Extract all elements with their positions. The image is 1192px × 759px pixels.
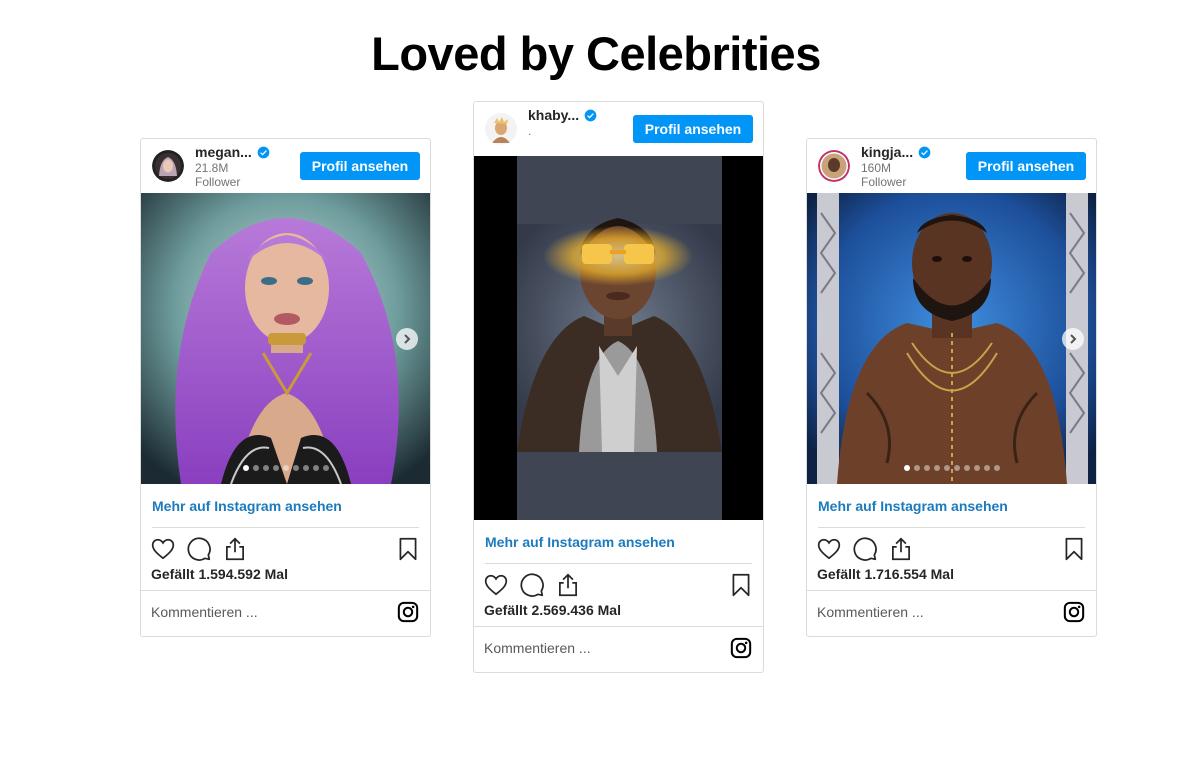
post-actions [807, 528, 1096, 564]
carousel-dot [963, 465, 970, 471]
comment-bubble-icon[interactable] [852, 536, 878, 562]
view-profile-button[interactable]: Profil ansehen [300, 152, 420, 180]
carousel-dot [913, 465, 920, 471]
comment-row: Kommentieren ... [474, 626, 763, 669]
chevron-right-icon [404, 334, 411, 344]
share-icon[interactable] [222, 536, 248, 562]
share-icon[interactable] [888, 536, 914, 562]
share-icon[interactable] [555, 572, 581, 598]
comment-input[interactable]: Kommentieren ... [817, 604, 924, 620]
follower-count: . [528, 124, 532, 138]
carousel-dot [993, 465, 1000, 471]
post-header: kingja... 160M Follower Profil ansehen [807, 139, 1096, 193]
avatar[interactable] [818, 150, 850, 182]
comment-row: Kommentieren ... [141, 590, 430, 633]
follower-count: 160M [861, 161, 892, 175]
like-count: Gefällt 1.594.592 Mal [151, 566, 288, 582]
carousel-dot [242, 465, 249, 471]
chevron-right-icon [1070, 334, 1077, 344]
carousel-dot [322, 465, 329, 471]
carousel-dot [953, 465, 960, 471]
like-count: Gefällt 1.716.554 Mal [817, 566, 954, 582]
carousel-dot [923, 465, 930, 471]
heart-icon[interactable] [483, 572, 509, 598]
carousel-dot [943, 465, 950, 471]
post-header: khaby... . Profil ansehen [474, 102, 763, 156]
comment-bubble-icon[interactable] [186, 536, 212, 562]
post-header: megan... 21.8M Follower Profil ansehen [141, 139, 430, 193]
bookmark-icon[interactable] [395, 536, 421, 562]
carousel-dot [252, 465, 259, 471]
like-count: Gefällt 2.569.436 Mal [484, 602, 621, 618]
follower-count: 21.8M [195, 161, 229, 175]
more-on-instagram-link[interactable]: Mehr auf Instagram ansehen [152, 484, 419, 528]
page-title: Loved by Celebrities [371, 27, 821, 80]
more-on-instagram-link[interactable]: Mehr auf Instagram ansehen [818, 484, 1085, 528]
view-profile-button[interactable]: Profil ansehen [966, 152, 1086, 180]
instagram-post-card: khaby... . Profil ansehen Mehr auf Insta… [473, 101, 764, 673]
comment-bubble-icon[interactable] [519, 572, 545, 598]
carousel-dots [141, 465, 430, 471]
carousel-dot [312, 465, 319, 471]
comment-row: Kommentieren ... [807, 590, 1096, 633]
instagram-post-card: megan... 21.8M Follower Profil ansehen M… [140, 138, 431, 637]
username[interactable]: khaby... [528, 107, 597, 123]
heart-icon[interactable] [150, 536, 176, 562]
comment-input[interactable]: Kommentieren ... [484, 640, 591, 656]
post-image[interactable] [474, 156, 763, 520]
follower-label: Follower [195, 175, 241, 189]
carousel-next-button[interactable] [396, 328, 418, 350]
post-image[interactable] [141, 193, 430, 484]
post-actions [141, 528, 430, 564]
carousel-dot [262, 465, 269, 471]
instagram-post-card: kingja... 160M Follower Profil ansehen M… [806, 138, 1097, 637]
carousel-dots [807, 465, 1096, 471]
carousel-dot [973, 465, 980, 471]
bookmark-icon[interactable] [1061, 536, 1087, 562]
instagram-logo-icon[interactable] [730, 637, 752, 659]
carousel-dot [282, 465, 289, 471]
instagram-logo-icon[interactable] [397, 601, 419, 623]
carousel-dot [933, 465, 940, 471]
follower-label: Follower [861, 175, 907, 189]
carousel-dot [983, 465, 990, 471]
carousel-dot [302, 465, 309, 471]
username[interactable]: megan... [195, 144, 270, 160]
view-profile-button[interactable]: Profil ansehen [633, 115, 753, 143]
bookmark-icon[interactable] [728, 572, 754, 598]
verified-badge-icon [584, 109, 597, 121]
verified-badge-icon [257, 146, 270, 158]
avatar[interactable] [485, 113, 517, 145]
post-image[interactable] [807, 193, 1096, 484]
verified-badge-icon [918, 146, 931, 158]
carousel-next-button[interactable] [1062, 328, 1084, 350]
carousel-dot [292, 465, 299, 471]
avatar[interactable] [152, 150, 184, 182]
comment-input[interactable]: Kommentieren ... [151, 604, 258, 620]
post-actions [474, 564, 763, 600]
carousel-dot [272, 465, 279, 471]
username[interactable]: kingja... [861, 144, 931, 160]
heart-icon[interactable] [816, 536, 842, 562]
instagram-logo-icon[interactable] [1063, 601, 1085, 623]
carousel-dot [903, 465, 910, 471]
more-on-instagram-link[interactable]: Mehr auf Instagram ansehen [485, 520, 752, 564]
